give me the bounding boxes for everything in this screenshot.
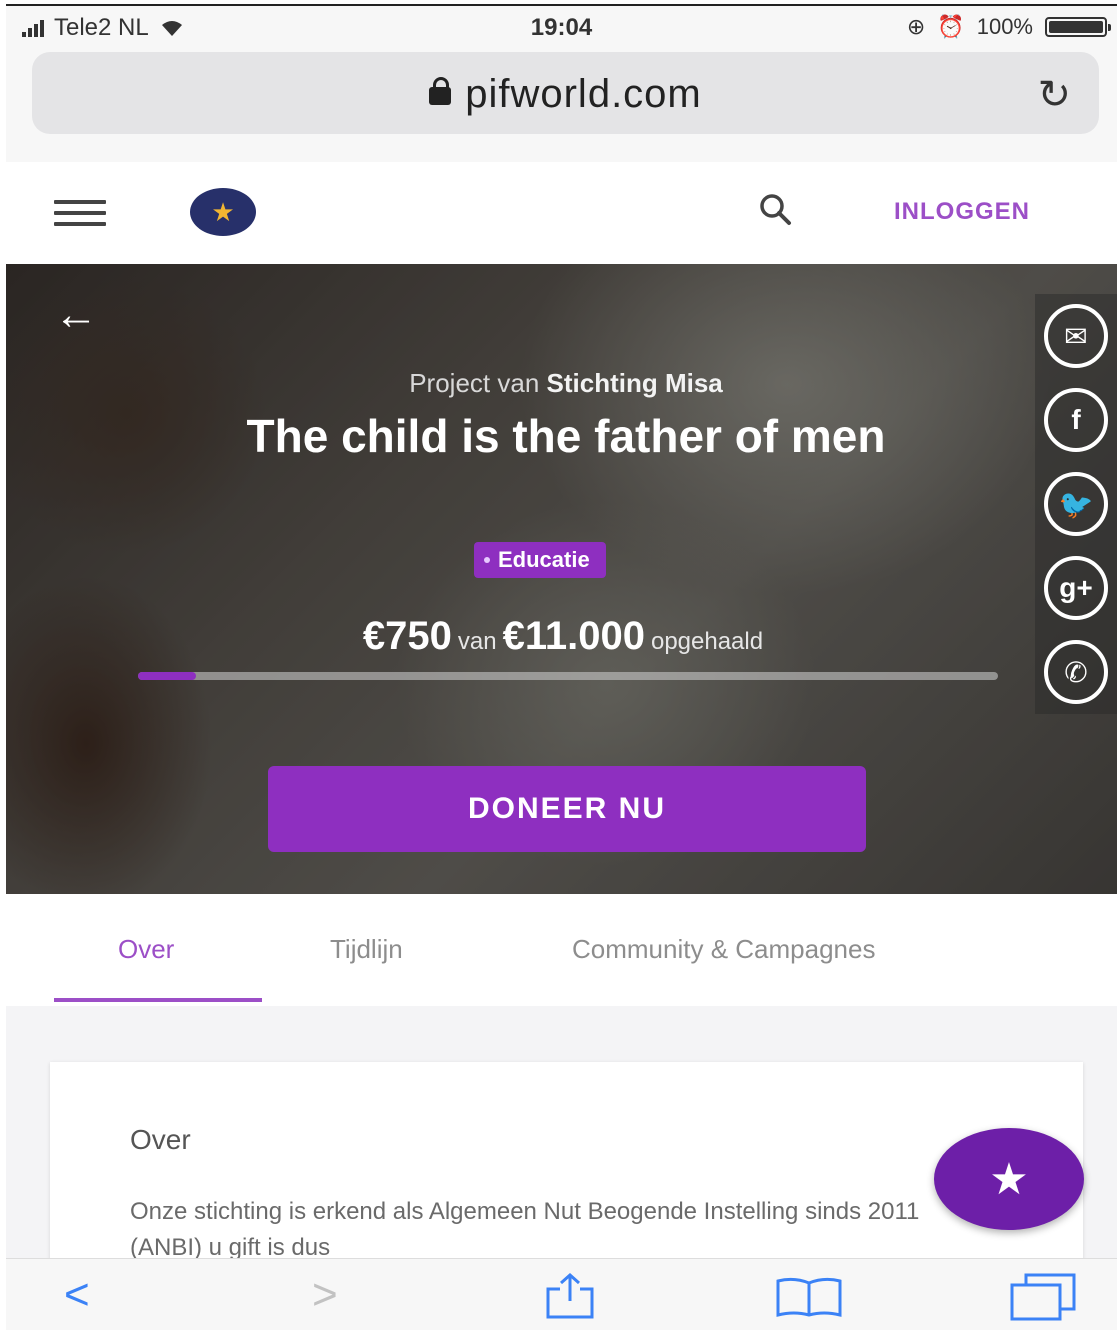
share-bar: ✉ f 🐦 g+ ✆ [1035, 294, 1117, 714]
funding-progress-bar [138, 672, 998, 680]
funding-progress-fill [138, 672, 197, 680]
email-icon[interactable]: ✉ [1044, 304, 1108, 368]
project-title: The child is the father of men [246, 410, 886, 462]
reload-icon[interactable]: ↻ [1037, 72, 1071, 118]
battery-percent: 100% [976, 14, 1033, 39]
category-tag[interactable]: Educatie [474, 542, 606, 578]
whatsapp-icon[interactable]: ✆ [1044, 640, 1108, 704]
status-bar: Tele2 NL 19:04 ⊕ ⏰ 100% [6, 4, 1117, 46]
active-tab-indicator [54, 998, 262, 1002]
url-display[interactable]: pifworld.com [32, 72, 1099, 117]
tab-tijdlijn[interactable]: Tijdlijn [330, 934, 403, 965]
goal-amount: €11.000 [502, 614, 645, 658]
about-heading: Over [130, 1124, 191, 1155]
bookmarks-icon[interactable] [774, 1277, 844, 1317]
facebook-icon[interactable]: f [1044, 388, 1108, 452]
star-icon: ★ [989, 1154, 1029, 1204]
lock-icon [429, 77, 452, 105]
raised-suffix: opgehaald [650, 628, 764, 655]
tab-over[interactable]: Over [118, 934, 174, 965]
menu-icon[interactable] [54, 200, 106, 226]
back-icon[interactable]: < [64, 1273, 90, 1317]
site-header: ★ INLOGGEN [6, 162, 1117, 264]
browser-toolbar: < > [6, 1258, 1117, 1330]
address-bar[interactable]: pifworld.com ↻ [32, 52, 1099, 134]
browser-chrome: pifworld.com ↻ [6, 46, 1117, 162]
search-icon[interactable] [758, 192, 792, 226]
pifworld-logo[interactable]: ★ [190, 188, 256, 236]
project-byline: Project van Stichting Misa [409, 368, 723, 398]
donate-button[interactable]: DONEER NU [268, 766, 866, 852]
forward-icon[interactable]: > [312, 1273, 338, 1317]
share-icon[interactable] [544, 1273, 596, 1319]
funding-summary: €750 van €11.000 opgehaald [6, 614, 1117, 659]
about-text: Onze stichting is erkend als Algemeen Nu… [130, 1198, 920, 1261]
favorite-fab[interactable]: ★ [934, 1128, 1084, 1230]
login-link[interactable]: INLOGGEN [894, 198, 1030, 226]
project-hero: ← Project van Stichting Misa The child i… [6, 264, 1117, 894]
tabs-icon[interactable] [1008, 1273, 1078, 1321]
organization-name[interactable]: Stichting Misa [547, 368, 723, 398]
raised-amount: €750 [362, 614, 452, 658]
location-icon: ⊕ [906, 14, 926, 39]
twitter-icon[interactable]: 🐦 [1044, 472, 1108, 536]
about-card: Over Onze stichting is erkend als Algeme… [50, 1062, 1083, 1262]
back-arrow-icon[interactable]: ← [54, 290, 98, 340]
tab-community-campagnes[interactable]: Community & Campagnes [572, 934, 875, 965]
raised-van: van [457, 628, 497, 655]
tab-content: Over Onze stichting is erkend als Algeme… [6, 1006, 1117, 1262]
alarm-icon: ⏰ [937, 14, 965, 39]
project-tabs: Over Tijdlijn Community & Campagnes [6, 894, 1117, 1006]
url-text: pifworld.com [465, 72, 702, 116]
battery-icon [1045, 17, 1111, 37]
status-right: ⊕ ⏰ 100% [906, 14, 1111, 40]
google-plus-icon[interactable]: g+ [1044, 556, 1108, 620]
